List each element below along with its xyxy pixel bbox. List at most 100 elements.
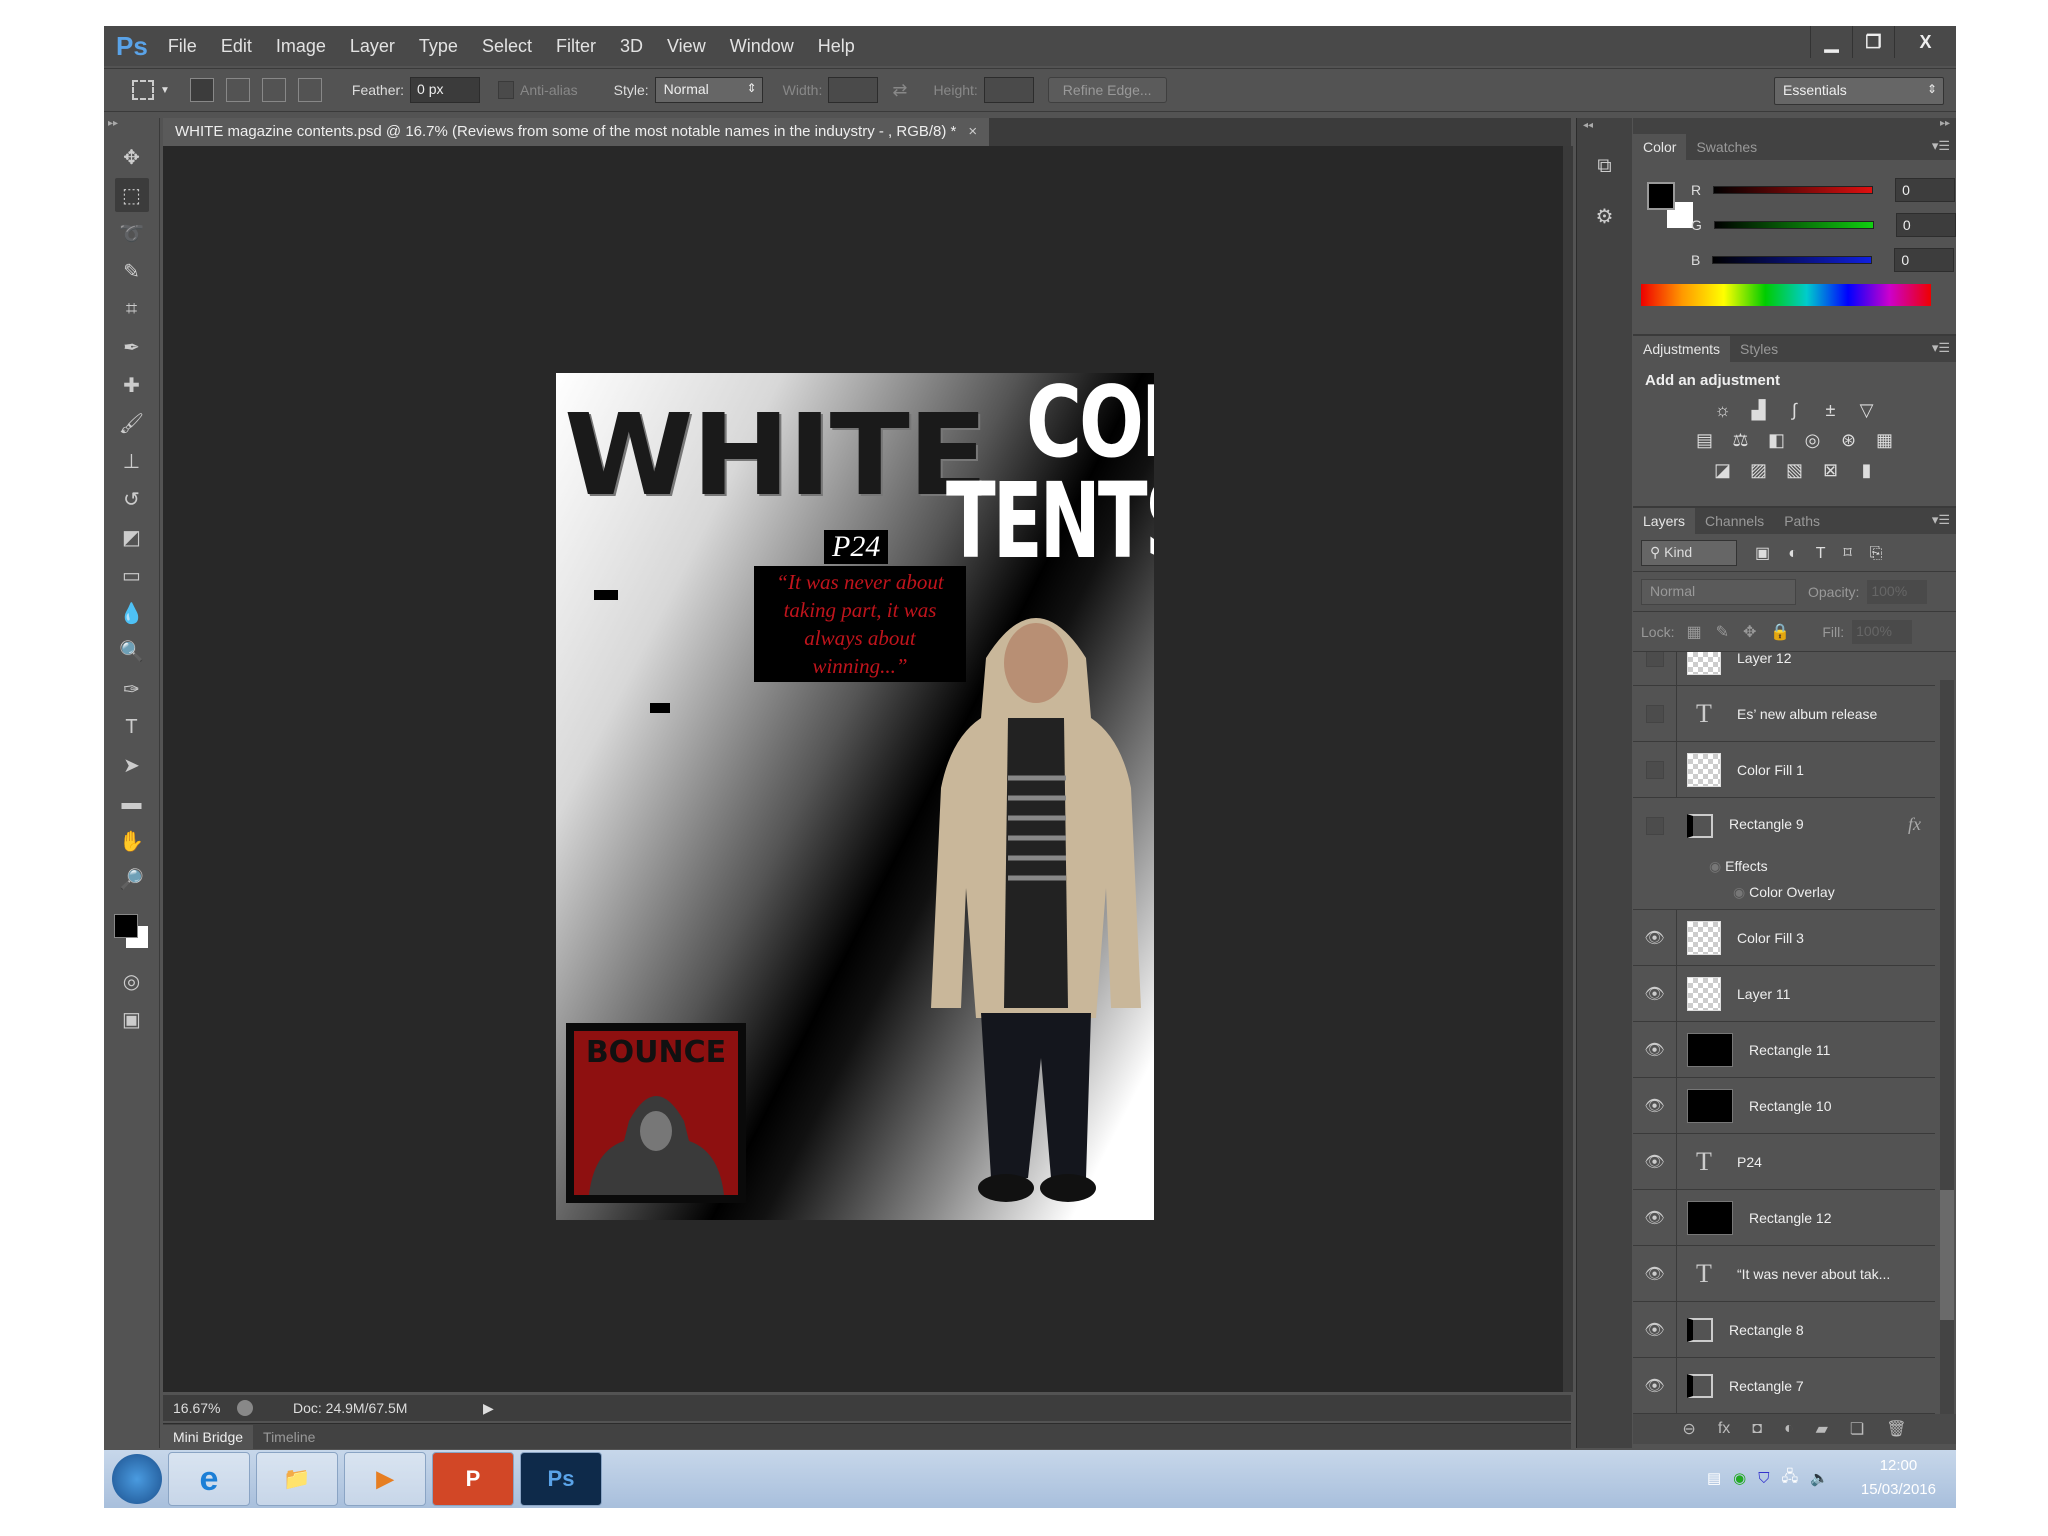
gradient-map-icon[interactable]: ▮ [1854,459,1880,481]
input-r[interactable]: 0 [1895,178,1956,202]
foreground-color-swatch[interactable] [1647,182,1675,210]
menu-help[interactable]: Help [818,36,855,57]
layer-visibility-toggle[interactable]: 👁 [1633,910,1677,965]
menu-filter[interactable]: Filter [556,36,596,57]
quick-selection-tool-icon[interactable]: ✎ [115,254,149,288]
antialias-checkbox[interactable] [498,81,515,99]
layer-row[interactable]: 👁 Rectangle 8 [1633,1302,1935,1358]
add-mask-icon[interactable]: ◘ [1752,1420,1762,1438]
curves-icon[interactable]: ∫ [1782,399,1808,421]
effect-eye-icon[interactable]: ◉ [1733,884,1749,900]
canvas-vertical-scrollbar[interactable] [1563,146,1573,1392]
new-selection-icon[interactable] [189,78,214,102]
layer-visibility-toggle[interactable]: 👁 [1633,1078,1677,1133]
layer-fx-icon[interactable]: fx [1908,814,1921,835]
vibrance-icon[interactable]: ▽ [1854,399,1880,421]
close-tab-icon[interactable]: × [968,123,977,140]
chevron-down-icon[interactable]: ▼ [160,85,170,96]
layer-visibility-toggle[interactable]: 👁 [1633,1134,1677,1189]
color-swatches[interactable] [104,900,159,960]
gradient-tool-icon[interactable]: ▭ [115,558,149,592]
exposure-icon[interactable]: ± [1818,399,1844,421]
blend-mode-select[interactable]: Normal [1641,578,1796,605]
menu-edit[interactable]: Edit [221,36,252,57]
close-button[interactable]: X [1894,26,1956,58]
workspace-select[interactable]: Essentials [1774,77,1944,105]
menu-select[interactable]: Select [482,36,532,57]
layer-visibility-toggle[interactable] [1633,652,1677,685]
pen-tool-icon[interactable]: ✑ [115,672,149,706]
swap-icon[interactable]: ⇄ [892,80,907,101]
layer-row[interactable]: 👁 Rectangle 10 [1633,1078,1935,1134]
color-balance-icon[interactable]: ⚖ [1728,429,1754,451]
opacity-input[interactable]: 100% [1867,579,1928,604]
layer-row[interactable]: 👁 T P24 [1633,1134,1935,1190]
panel-menu-icon[interactable]: ▾☰ [1932,138,1950,154]
layer-row[interactable]: 👁 T “It was never about tak... [1633,1246,1935,1302]
rectangle-tool-icon[interactable]: ▬ [115,786,149,820]
zoom-tool-icon[interactable]: 🔎 [115,862,149,896]
slider-b[interactable] [1712,256,1873,264]
levels-icon[interactable]: ▟ [1746,399,1772,421]
width-input[interactable] [828,77,879,103]
taskbar-photoshop[interactable]: Ps [520,1452,602,1506]
properties-panel-icon[interactable]: ⚙ [1588,199,1622,233]
healing-brush-tool-icon[interactable]: ✚ [115,368,149,402]
layer-visibility-toggle[interactable]: 👁 [1633,1358,1677,1413]
layer-visibility-toggle[interactable]: 👁 [1633,1022,1677,1077]
panel-menu-icon[interactable]: ▾☰ [1932,512,1950,528]
layer-row[interactable]: T Es’ new album release [1633,686,1935,742]
menu-type[interactable]: Type [419,36,458,57]
document-canvas[interactable]: WHITE CON TENTS P24 “It was never about … [556,373,1154,1220]
eraser-tool-icon[interactable]: ◩ [115,520,149,554]
layer-row[interactable]: 👁 Layer 11 [1633,966,1935,1022]
layers-scrollbar[interactable] [1940,680,1954,1444]
style-select[interactable]: Normal [654,77,763,103]
taskbar-powerpoint[interactable]: P [432,1452,514,1506]
history-panel-icon[interactable]: ⧉ [1588,149,1622,183]
panel-menu-icon[interactable]: ▾☰ [1932,340,1950,356]
dodge-tool-icon[interactable]: 🔍 [115,634,149,668]
screen-mode-icon[interactable]: ▣ [115,1002,149,1036]
tab-color[interactable]: Color [1633,134,1687,160]
fill-input[interactable]: 100% [1852,619,1913,644]
posterize-icon[interactable]: ▨ [1746,459,1772,481]
foreground-color-swatch[interactable] [114,914,138,938]
taskbar-file-explorer[interactable]: 📁 [256,1452,338,1506]
layer-row[interactable]: 👁 Rectangle 12 [1633,1190,1935,1246]
color-lookup-icon[interactable]: ▦ [1872,429,1898,451]
refine-edge-button[interactable]: Refine Edge... [1047,77,1167,103]
layer-filter-select[interactable]: ⚲ Kind [1641,539,1737,566]
intersect-selection-icon[interactable] [297,78,322,102]
layer-row[interactable]: 👁 Rectangle 7 [1633,1358,1935,1414]
adjustment-layer-icon[interactable]: ◐ [1784,1420,1794,1438]
clock[interactable]: 12:00 15/03/2016 [1861,1454,1936,1502]
marquee-tool-preset-icon[interactable] [132,80,154,100]
restore-button[interactable]: ❐ [1852,26,1894,58]
expand-icon[interactable]: ▸▸ [1633,118,1956,134]
layer-visibility-toggle[interactable] [1633,742,1677,797]
tab-adjustments[interactable]: Adjustments [1633,336,1731,362]
hue-saturation-icon[interactable]: ▤ [1692,429,1718,451]
link-layers-icon[interactable]: ⊖ [1682,1419,1695,1439]
input-b[interactable]: 0 [1894,248,1955,272]
layer-visibility-toggle[interactable] [1633,798,1677,854]
tab-styles[interactable]: Styles [1730,336,1788,362]
invert-icon[interactable]: ◪ [1710,459,1736,481]
hand-tool-icon[interactable]: ✋ [115,824,149,858]
tray-security-icon[interactable]: ⛉ [1758,1470,1769,1487]
menu-layer[interactable]: Layer [350,36,395,57]
layer-visibility-toggle[interactable] [1633,686,1677,741]
tab-channels[interactable]: Channels [1695,508,1774,534]
menu-file[interactable]: File [168,36,197,57]
network-icon[interactable]: 🖧 [1782,1466,1799,1491]
delete-layer-icon[interactable]: 🗑 [1886,1419,1906,1439]
feather-input[interactable]: 0 px [410,77,481,103]
move-tool-icon[interactable]: ✥ [115,140,149,174]
tab-layers[interactable]: Layers [1633,508,1696,534]
type-tool-icon[interactable]: T [115,710,149,744]
document-tab[interactable]: WHITE magazine contents.psd @ 16.7% (Rev… [163,118,990,146]
selective-color-icon[interactable]: ⊠ [1818,459,1844,481]
slider-r[interactable] [1713,186,1874,194]
add-to-selection-icon[interactable] [225,78,250,102]
